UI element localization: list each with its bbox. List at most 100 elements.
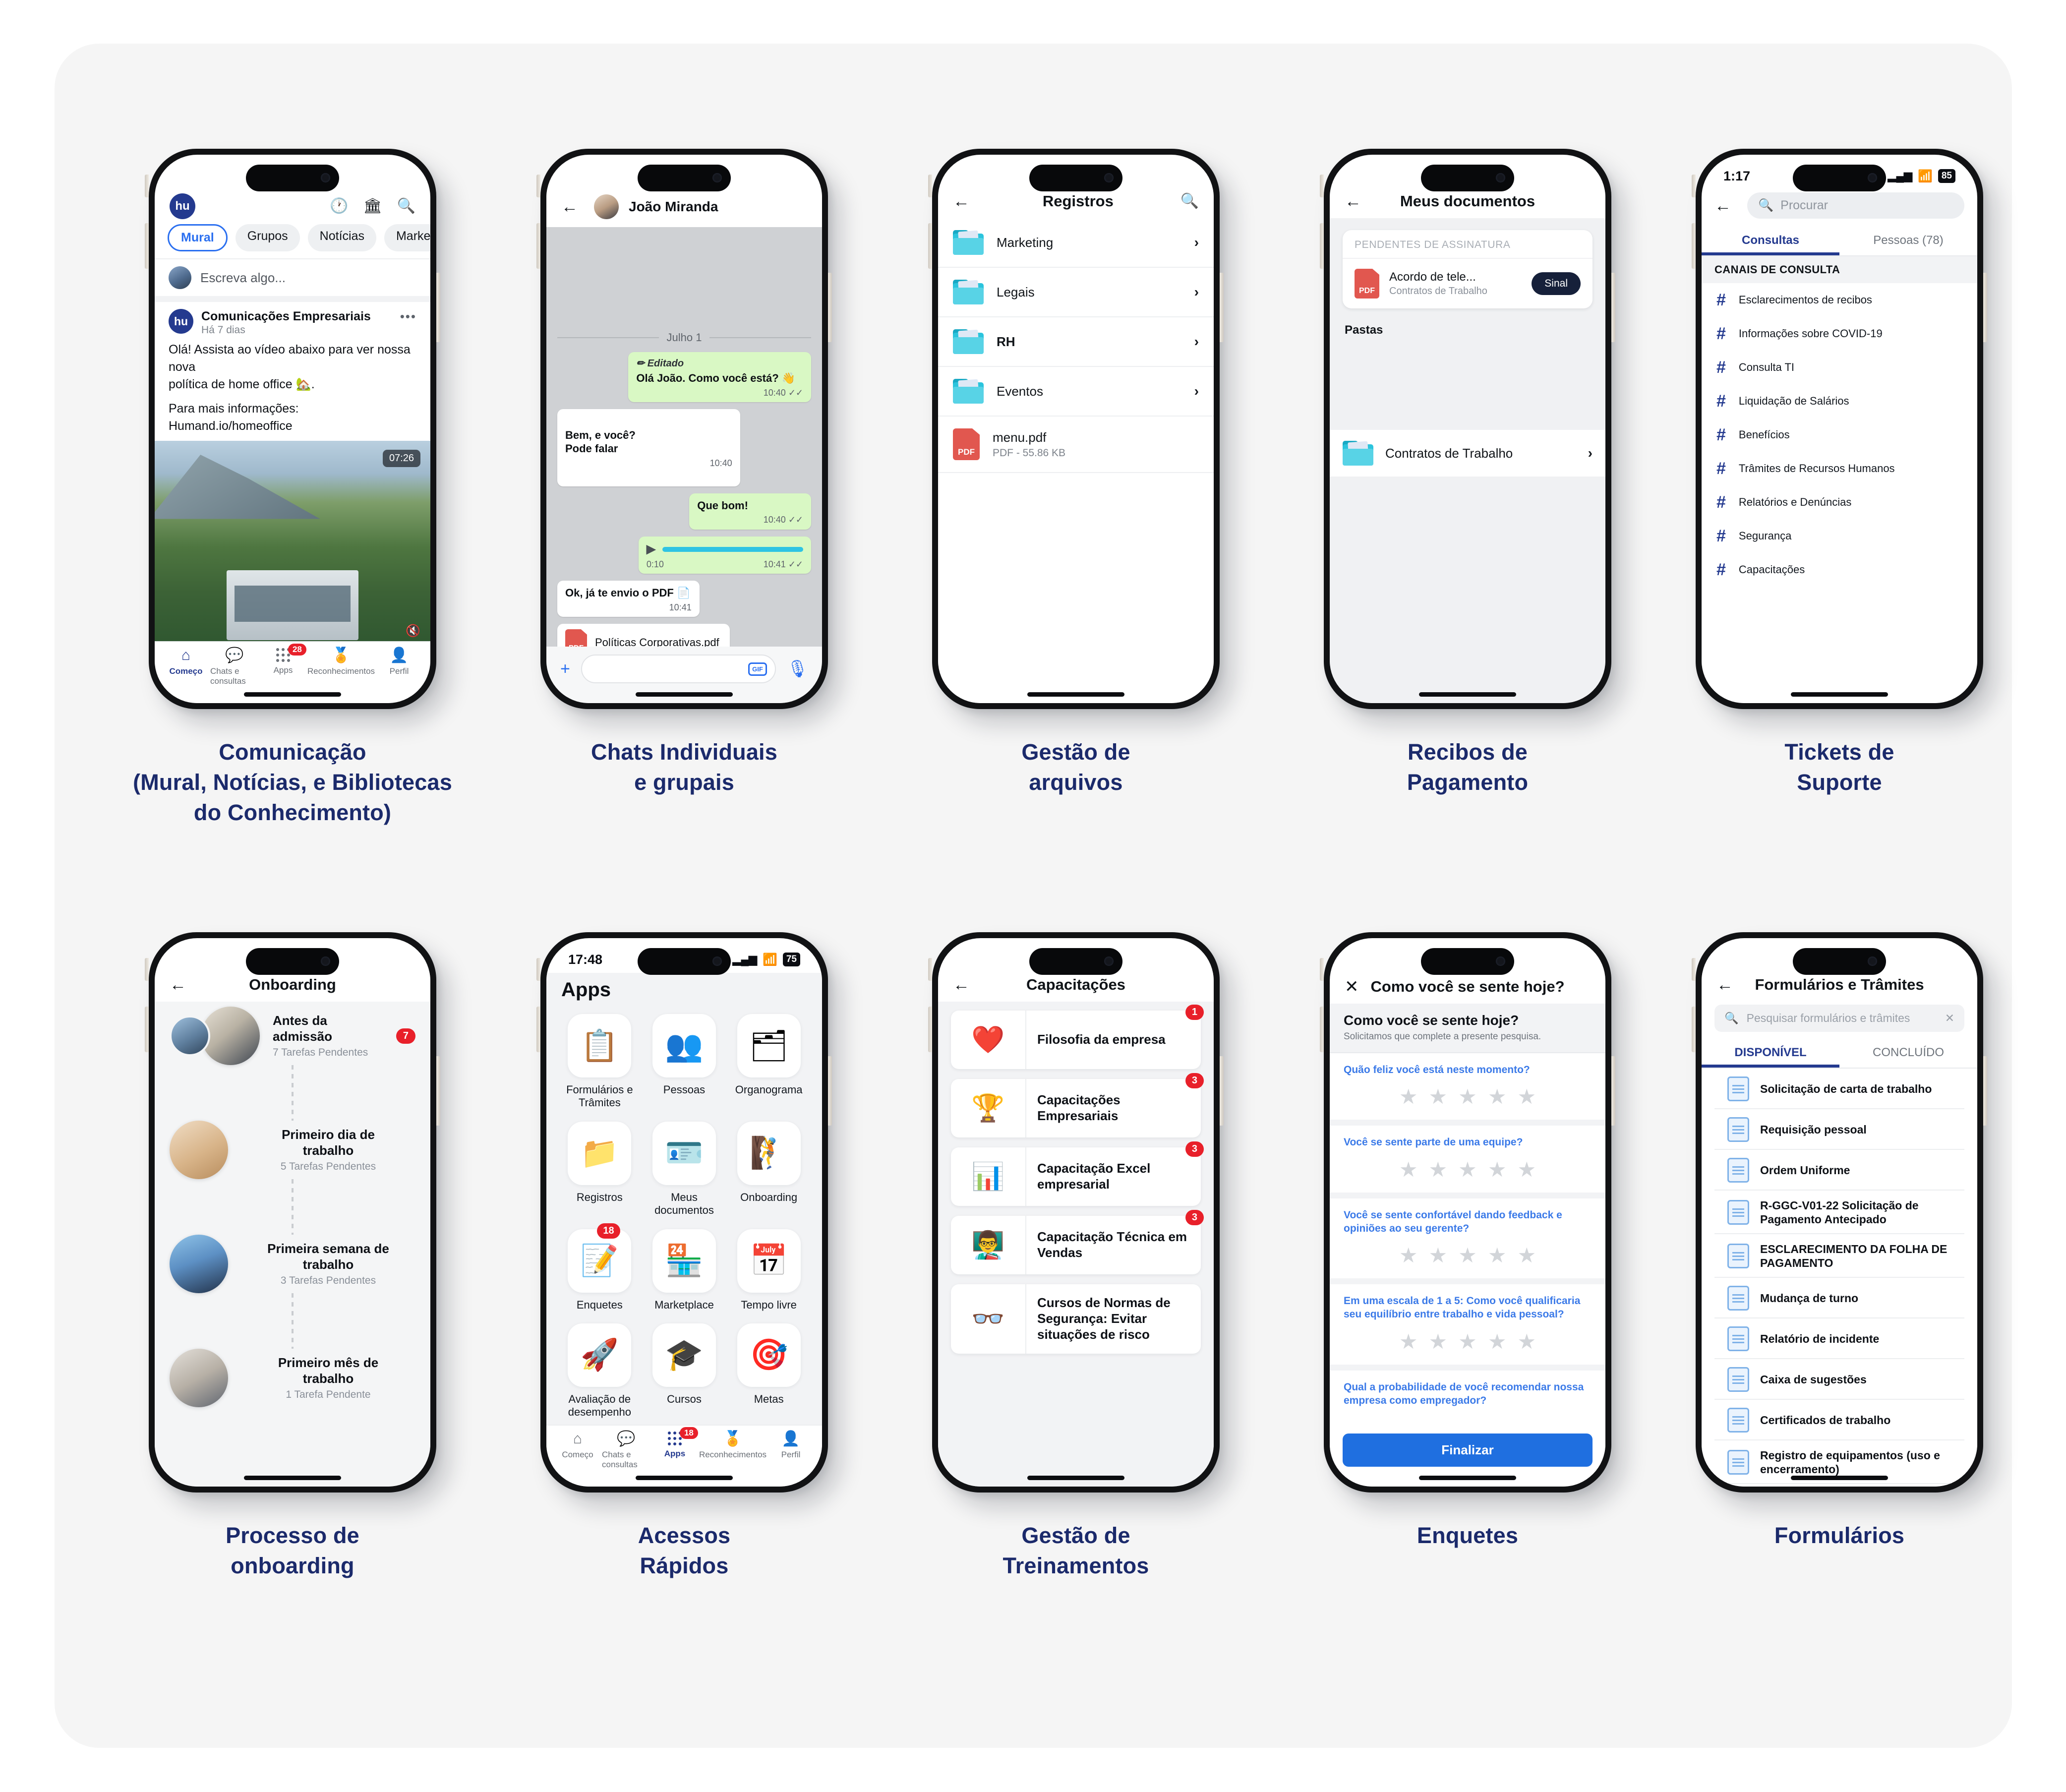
folder-row[interactable]: Contratos de Trabalho › xyxy=(1330,430,1605,477)
mute-icon[interactable]: 🔇 xyxy=(406,624,420,638)
course-card[interactable]: 👓 Cursos de Normas de Segurança: Evitar … xyxy=(951,1284,1201,1354)
stamp-icon[interactable]: 🏛 xyxy=(363,199,382,214)
back-icon[interactable]: ← xyxy=(1716,976,1739,993)
app-metas[interactable]: 🎯 Metas xyxy=(730,1323,807,1419)
app-registros[interactable]: 📁 Registros xyxy=(561,1121,638,1217)
gif-icon[interactable]: GIF xyxy=(748,662,767,676)
app-pessoas[interactable]: 👥 Pessoas xyxy=(646,1014,723,1110)
list-item[interactable]: Certificados de trabalho xyxy=(1714,1400,1964,1441)
chip-mural[interactable]: Mural xyxy=(168,224,228,251)
star-rating[interactable]: ★ ★ ★ ★ ★ xyxy=(1344,1157,1592,1182)
back-icon[interactable]: ← xyxy=(953,976,976,993)
course-card[interactable]: 3 🏆 Capacitações Empresariais xyxy=(951,1073,1204,1137)
course-card[interactable]: 1 ❤️ Filosofia da empresa xyxy=(951,1005,1204,1069)
post-menu-icon[interactable]: ••• xyxy=(400,309,416,324)
course-card[interactable]: 3 📊 Capacitação Excel empresarial xyxy=(951,1141,1204,1206)
list-item[interactable]: # Capacitações xyxy=(1702,553,1977,587)
app-cursos[interactable]: 🎓 Cursos xyxy=(646,1323,723,1419)
star-rating[interactable]: ★ ★ ★ ★ ★ xyxy=(1344,1084,1592,1109)
tab-perfil[interactable]: 👤 Perfil xyxy=(375,648,423,686)
course-card[interactable]: 3 👨‍🏫 Capacitação Técnica em Vendas xyxy=(951,1210,1204,1274)
voice-message-bubble[interactable]: ▶ 0:10 10:41 ✓✓ xyxy=(638,536,811,574)
list-item[interactable]: # Consulta TI xyxy=(1702,351,1977,384)
list-item[interactable]: # Informações sobre COVID-19 xyxy=(1702,317,1977,351)
app-organograma[interactable]: 🗂 Organograma xyxy=(730,1014,807,1110)
list-item[interactable]: Legais › xyxy=(938,268,1214,317)
tab-disponivel[interactable]: DISPONÍVEL xyxy=(1702,1039,1839,1068)
list-item[interactable]: PDF menu.pdf PDF - 55.86 KB xyxy=(938,417,1214,473)
clock-icon[interactable]: 🕐 xyxy=(330,199,348,214)
timeline-step[interactable]: Primeiro mês de trabalho 1 Tarefa Penden… xyxy=(155,1349,430,1407)
search-input[interactable]: 🔍 Procurar xyxy=(1747,192,1964,219)
close-icon[interactable]: ✕ xyxy=(1345,978,1367,995)
list-item[interactable]: Relatório de incidente xyxy=(1714,1318,1964,1360)
tab-chats[interactable]: 💬 Chats e consultas xyxy=(210,648,259,686)
sign-button[interactable]: Sinal xyxy=(1532,272,1581,295)
chip-grupos[interactable]: Grupos xyxy=(235,224,300,251)
tab-comeco[interactable]: ⌂ Começo xyxy=(162,648,210,686)
list-item[interactable]: Eventos › xyxy=(938,367,1214,417)
list-item[interactable]: Candidatura a uma nova posição xyxy=(1714,1484,1964,1487)
list-item[interactable]: # Liquidação de Salários xyxy=(1702,384,1977,418)
app-formularios[interactable]: 📋 Formulários e Trâmites xyxy=(561,1014,638,1110)
list-item[interactable]: # Relatórios e Denúncias xyxy=(1702,485,1977,519)
tab-reconhecimentos[interactable]: 🏅 Reconhecimentos xyxy=(307,648,375,686)
search-icon[interactable]: 🔍 xyxy=(397,199,415,214)
app-enquetes[interactable]: 18 📝 Enquetes xyxy=(561,1223,638,1312)
tab-concluido[interactable]: CONCLUÍDO xyxy=(1839,1039,1977,1068)
tab-apps[interactable]: 18 Apps xyxy=(650,1427,699,1470)
forms-search-input[interactable]: 🔍 Pesquisar formulários e trâmites ✕ xyxy=(1714,1005,1964,1032)
contact-avatar[interactable] xyxy=(594,194,619,219)
tab-apps[interactable]: 28 Apps xyxy=(259,644,307,686)
list-item[interactable]: ESCLARECIMENTO DA FOLHA DE PAGAMENTO xyxy=(1714,1234,1964,1278)
list-item[interactable]: # Esclarecimentos de recibos xyxy=(1702,283,1977,317)
submit-button[interactable]: Finalizar xyxy=(1343,1434,1593,1467)
list-item[interactable]: Marketing › xyxy=(938,218,1214,268)
chip-marketplace[interactable]: Marketplace xyxy=(384,224,430,251)
post-video[interactable]: 07:26 🔇 xyxy=(155,441,430,641)
play-icon[interactable]: ▶ xyxy=(647,542,655,557)
timeline-step[interactable]: Antes da admissão 7 Tarefas Pendentes 7 xyxy=(155,1007,430,1065)
list-item[interactable]: RH › xyxy=(938,317,1214,367)
document-row[interactable]: PDF Acordo de tele... Contratos de Traba… xyxy=(1343,259,1593,308)
list-item[interactable]: Ordem Uniforme xyxy=(1714,1150,1964,1191)
app-tempo-livre[interactable]: 📅 Tempo livre xyxy=(730,1229,807,1312)
list-item[interactable]: # Benefícios xyxy=(1702,418,1977,452)
tab-pessoas[interactable]: Pessoas (78) xyxy=(1839,227,1977,255)
back-icon[interactable]: ← xyxy=(1714,197,1737,214)
back-icon[interactable]: ← xyxy=(953,193,976,210)
list-item[interactable]: R-GGC-V01-22 Solicitação de Pagamento An… xyxy=(1714,1191,1964,1235)
file-message-bubble[interactable]: PDF Políticas Corporativas.pdf 10:43 xyxy=(557,624,730,647)
tab-perfil[interactable]: 👤 Perfil xyxy=(767,1432,815,1470)
chip-noticias[interactable]: Notícias xyxy=(307,224,376,251)
search-icon[interactable]: 🔍 xyxy=(1181,194,1199,209)
star-rating[interactable]: ★ ★ ★ ★ ★ xyxy=(1344,1329,1592,1354)
app-marketplace[interactable]: 🏪 Marketplace xyxy=(646,1229,723,1312)
list-item[interactable]: Requisição pessoal xyxy=(1714,1109,1964,1150)
microphone-icon[interactable]: 🎙 xyxy=(787,660,808,677)
list-item[interactable]: Caixa de sugestões xyxy=(1714,1359,1964,1400)
list-item[interactable]: # Segurança xyxy=(1702,519,1977,553)
star-rating[interactable]: ★ ★ ★ ★ ★ xyxy=(1344,1243,1592,1267)
list-item[interactable]: Mudança de turno xyxy=(1714,1278,1964,1319)
message-input[interactable]: GIF xyxy=(581,655,776,683)
list-item[interactable]: Solicitação de carta de trabalho xyxy=(1714,1069,1964,1109)
tab-consultas[interactable]: Consultas xyxy=(1702,227,1839,255)
back-icon[interactable]: ← xyxy=(170,976,192,993)
attach-plus-icon[interactable]: + xyxy=(560,660,570,677)
battery-icon: 75 xyxy=(782,953,800,966)
post-composer[interactable]: Escreva algo... xyxy=(155,258,430,302)
back-icon[interactable]: ← xyxy=(561,198,584,215)
app-meus-documentos[interactable]: 🪪 Meus documentos xyxy=(646,1121,723,1217)
tab-comeco[interactable]: ⌂ Começo xyxy=(553,1432,602,1470)
waveform[interactable] xyxy=(662,546,803,552)
back-icon[interactable]: ← xyxy=(1345,193,1367,210)
tab-reconhecimentos[interactable]: 🏅 Reconhecimentos xyxy=(699,1432,767,1470)
list-item[interactable]: # Trâmites de Recursos Humanos xyxy=(1702,452,1977,485)
clear-icon[interactable]: ✕ xyxy=(1945,1012,1954,1025)
tab-chats[interactable]: 💬 Chats e consultas xyxy=(602,1432,650,1470)
timeline-step[interactable]: Primeiro dia de trabalho 5 Tarefas Pende… xyxy=(155,1121,430,1179)
app-onboarding[interactable]: 🧗 Onboarding xyxy=(730,1121,807,1217)
app-avaliacao[interactable]: 🚀 Avaliação de desempenho xyxy=(561,1323,638,1419)
timeline-step[interactable]: Primeira semana de trabalho 3 Tarefas Pe… xyxy=(155,1235,430,1293)
